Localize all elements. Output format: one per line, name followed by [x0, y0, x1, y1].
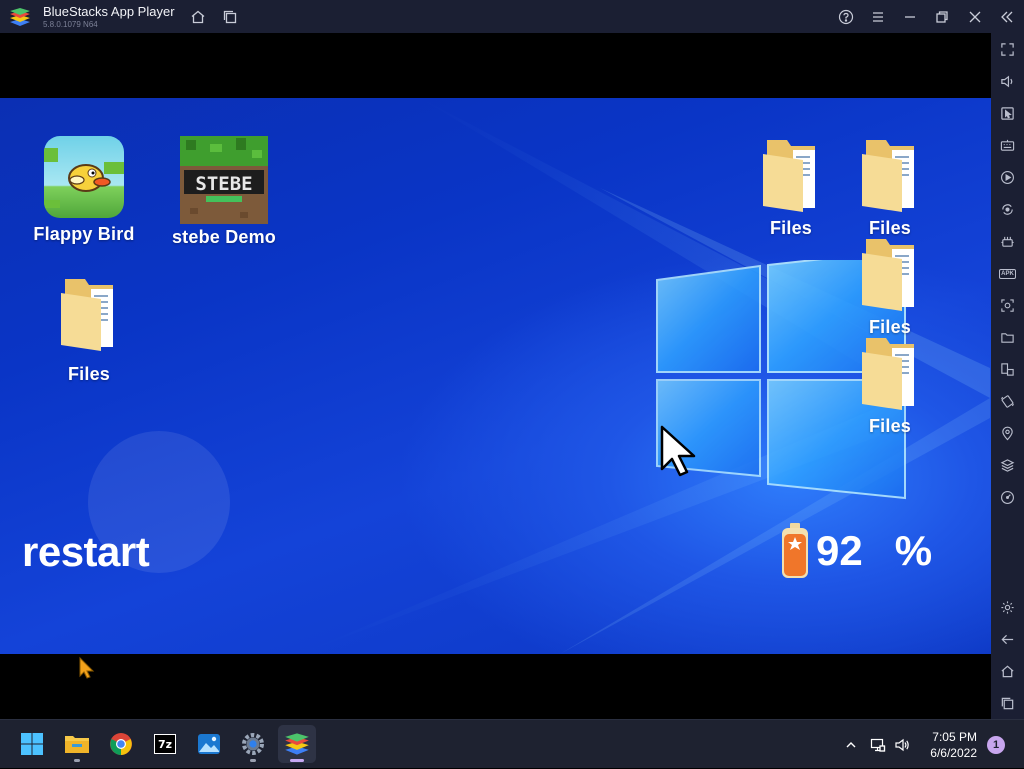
- mouse-cursor-icon: [660, 425, 696, 477]
- close-icon[interactable]: [965, 7, 985, 27]
- multi-instance-sync-icon[interactable]: [999, 361, 1016, 378]
- files-folder-label: Files: [868, 416, 912, 436]
- stebe-demo-label: stebe Demo: [171, 227, 277, 247]
- cursor-lock-icon[interactable]: [999, 105, 1016, 122]
- settings-icon[interactable]: [999, 599, 1016, 616]
- battery-percentage: 92: [816, 527, 863, 574]
- active-indicator: [290, 759, 304, 762]
- battery-indicator: 92 %: [780, 523, 932, 579]
- folder-icon: [763, 140, 815, 212]
- notification-badge[interactable]: 1: [987, 736, 1005, 754]
- clock-date: 6/6/2022: [930, 746, 977, 760]
- location-icon[interactable]: [999, 425, 1016, 442]
- volume-icon[interactable]: [999, 73, 1016, 90]
- shake-rotate-icon[interactable]: [999, 393, 1016, 410]
- recent-apps-icon[interactable]: [999, 695, 1016, 712]
- window-titlebar: BlueStacks App Player 5.8.0.1079 N64: [0, 0, 1024, 33]
- help-icon[interactable]: [836, 7, 856, 27]
- battery-icon: [782, 523, 808, 578]
- performance-icon[interactable]: [999, 489, 1016, 506]
- layers-icon[interactable]: [999, 457, 1016, 474]
- 7zip-icon: 7z: [154, 734, 176, 754]
- stebe-demo-icon: STEBE: [180, 136, 268, 224]
- file-explorer-button[interactable]: [58, 725, 96, 763]
- settings-button[interactable]: [234, 725, 272, 763]
- restart-button[interactable]: restart: [22, 528, 150, 576]
- folder-icon: [61, 279, 113, 351]
- running-indicator: [74, 759, 80, 762]
- folder-icon: [862, 239, 914, 311]
- files-folder-right-3[interactable]: Files: [849, 235, 931, 338]
- files-folder-right-4[interactable]: Files: [849, 334, 931, 437]
- minimize-icon[interactable]: [900, 7, 920, 27]
- folder-icon: [862, 140, 914, 212]
- eco-mode-icon[interactable]: [999, 233, 1016, 250]
- folder-icon: [862, 338, 914, 410]
- settings-gear-icon: [242, 733, 264, 755]
- bluestacks-taskbar-button[interactable]: [278, 725, 316, 763]
- windows-start-icon: [21, 733, 43, 755]
- system-tray: [842, 720, 911, 769]
- media-folder-icon[interactable]: [999, 329, 1016, 346]
- bluestacks-sidebar: APK: [991, 33, 1024, 719]
- apk-install-icon[interactable]: APK: [999, 265, 1016, 282]
- back-icon[interactable]: [999, 631, 1016, 648]
- restore-icon[interactable]: [932, 7, 952, 27]
- files-folder-right-2[interactable]: Files: [849, 136, 931, 239]
- android-home-icon[interactable]: [999, 663, 1016, 680]
- flappy-bird-app[interactable]: Flappy Bird: [30, 136, 138, 245]
- 7zip-button[interactable]: 7z: [146, 725, 184, 763]
- stebe-demo-app[interactable]: STEBE stebe Demo: [165, 136, 283, 248]
- app-version: 5.8.0.1079 N64: [43, 20, 98, 29]
- multi-instance-icon[interactable]: [220, 7, 240, 27]
- screenshot-icon[interactable]: [999, 297, 1016, 314]
- volume-tray-icon[interactable]: [893, 737, 911, 753]
- bluestacks-logo-icon: [10, 8, 30, 26]
- apk-label: APK: [999, 268, 1016, 279]
- flappy-bird-icon: [44, 136, 124, 218]
- rotate-sync-icon[interactable]: [999, 201, 1016, 218]
- chrome-icon: [110, 733, 132, 755]
- keyboard-controls-icon[interactable]: [999, 137, 1016, 154]
- windows-taskbar: 7z 7:05 PM 6/6/2022 1: [0, 719, 1024, 768]
- files-folder-label: Files: [769, 218, 813, 238]
- photos-icon: [198, 734, 220, 754]
- clock-time: 7:05 PM: [932, 730, 977, 744]
- svg-text:STEBE: STEBE: [195, 173, 252, 195]
- start-button[interactable]: [13, 725, 51, 763]
- show-hidden-icons-chevron-icon[interactable]: [842, 739, 860, 751]
- files-folder-right-1[interactable]: Files: [750, 136, 832, 239]
- photos-button[interactable]: [190, 725, 228, 763]
- menu-icon[interactable]: [868, 7, 888, 27]
- fullscreen-icon[interactable]: [999, 41, 1016, 58]
- macro-play-icon[interactable]: [999, 169, 1016, 186]
- bluestacks-taskbar-icon: [285, 733, 309, 755]
- battery-percent-sign: %: [894, 527, 933, 574]
- taskbar-clock[interactable]: 7:05 PM 6/6/2022: [930, 729, 977, 761]
- file-explorer-icon: [65, 736, 89, 753]
- chrome-button[interactable]: [102, 725, 140, 763]
- touch-cursor-icon: [79, 656, 95, 679]
- files-folder-label: Files: [67, 364, 111, 384]
- android-screen[interactable]: Flappy Bird STEBE stebe Demo Files Files…: [0, 33, 991, 719]
- app-title: BlueStacks App Player: [43, 4, 175, 19]
- network-icon[interactable]: [869, 737, 887, 753]
- collapse-sidebar-icon[interactable]: [997, 7, 1017, 27]
- running-indicator: [250, 759, 256, 762]
- flappy-bird-label: Flappy Bird: [33, 224, 135, 244]
- files-folder-left[interactable]: Files: [44, 275, 134, 385]
- home-icon[interactable]: [188, 7, 208, 27]
